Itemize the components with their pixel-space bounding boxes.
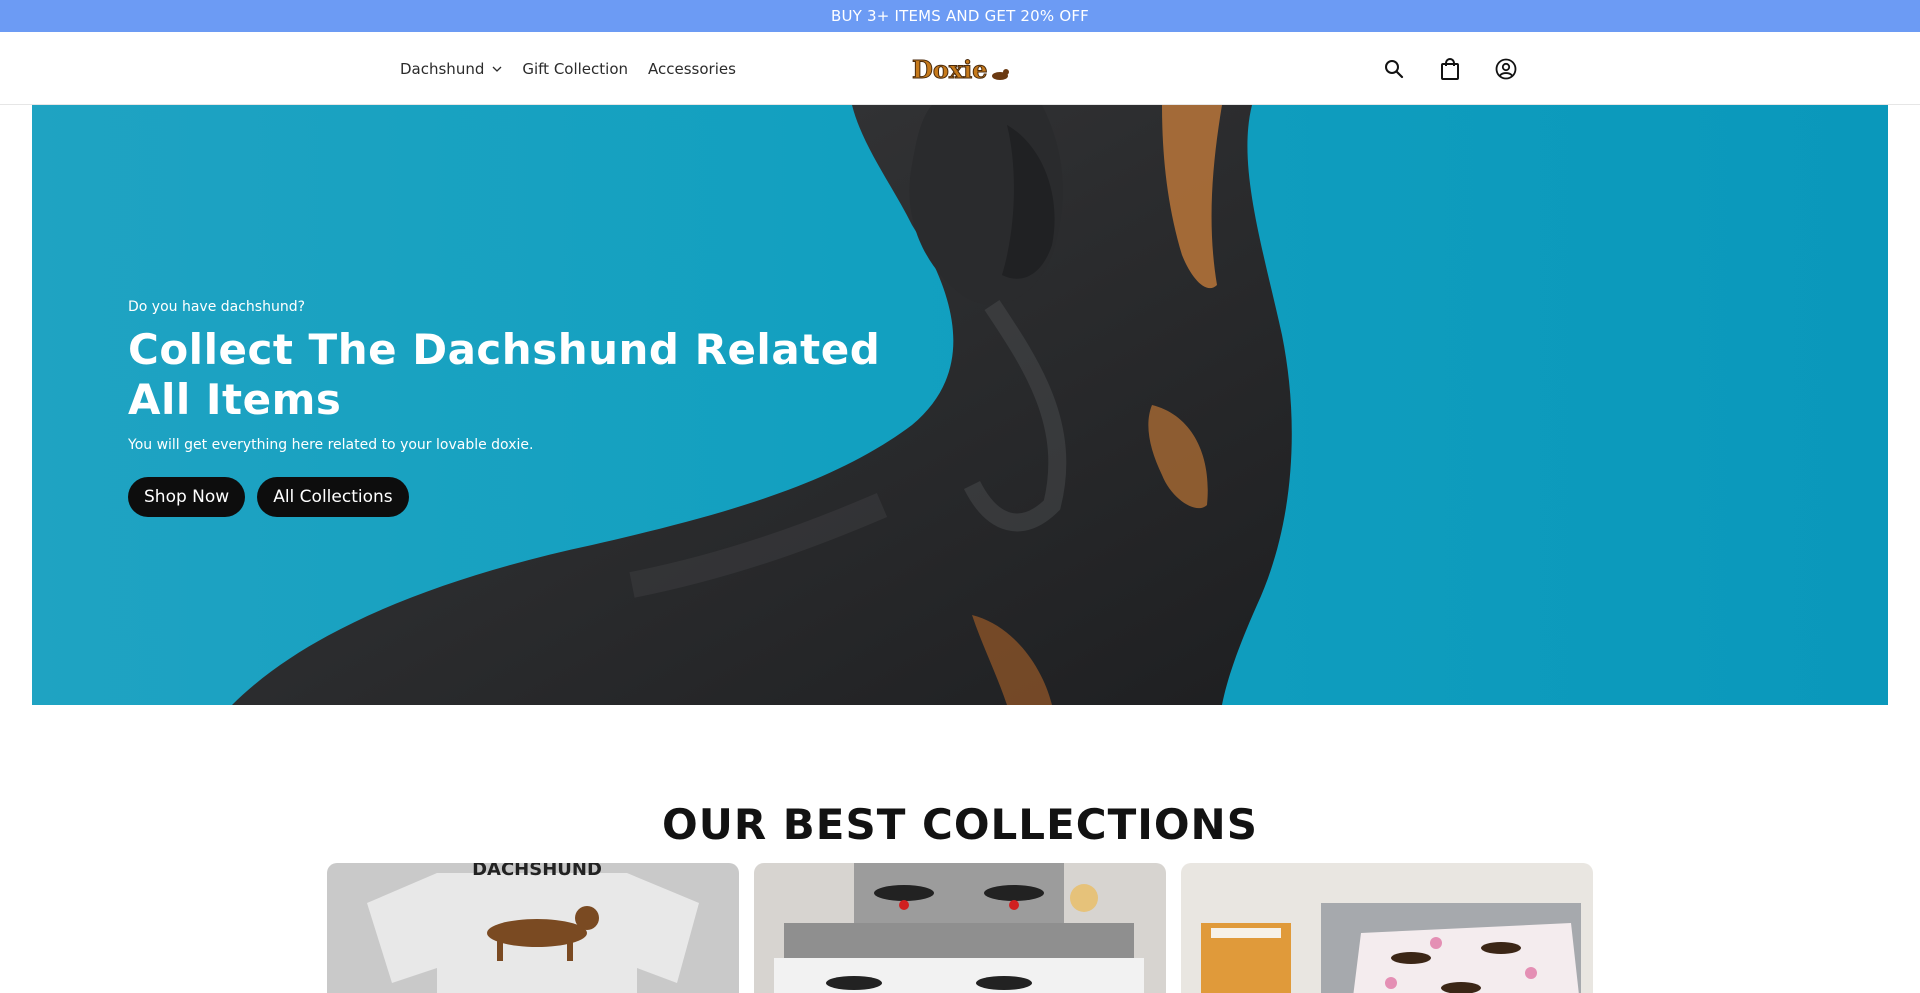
- nav-item-label: Dachshund: [400, 59, 485, 78]
- search-button[interactable]: [1372, 47, 1416, 91]
- bedding-image: [754, 863, 1166, 993]
- collection-card-tshirt[interactable]: DACHSHUND: [327, 863, 739, 993]
- nav-item-accessories[interactable]: Accessories: [648, 60, 736, 78]
- account-icon: [1495, 58, 1517, 79]
- announcement-bar: BUY 3+ ITEMS AND GET 20% OFF: [0, 0, 1920, 32]
- shop-now-button[interactable]: Shop Now: [128, 477, 246, 517]
- hero-title: Collect The Dachshund Related All Items: [128, 325, 881, 424]
- collections-grid: DACHSHUND: [327, 863, 1593, 993]
- hero-description: You will get everything here related to …: [128, 437, 534, 453]
- tshirt-image: DACHSHUND: [327, 863, 739, 993]
- hero-buttons: Shop Now All Collections: [128, 477, 888, 517]
- main-nav: Dachshund Gift Collection Accessories: [400, 32, 756, 105]
- best-collections-title: OUR BEST COLLECTIONS: [662, 800, 1258, 849]
- collection-card-bedding[interactable]: [754, 863, 1166, 993]
- search-icon: [1385, 59, 1404, 78]
- site-logo[interactable]: Doxie: [910, 52, 1010, 86]
- all-collections-button[interactable]: All Collections: [257, 477, 409, 517]
- hero-banner: Do you have dachshund? Collect The Dachs…: [32, 105, 1888, 705]
- chevron-down-icon: [492, 66, 502, 72]
- account-button[interactable]: [1484, 47, 1528, 91]
- announcement-text: BUY 3+ ITEMS AND GET 20% OFF: [831, 7, 1089, 25]
- cart-button[interactable]: [1428, 47, 1472, 91]
- site-header: Dachshund Gift Collection Accessories Do…: [0, 32, 1920, 105]
- hero-subheading: Do you have dachshund?: [128, 299, 306, 315]
- collection-card-blanket[interactable]: [1181, 863, 1593, 993]
- cart-icon: [1441, 57, 1459, 80]
- nav-item-label: Gift Collection: [522, 59, 629, 78]
- header-actions: [1372, 32, 1540, 105]
- nav-item-dachshund[interactable]: Dachshund: [400, 60, 502, 78]
- nav-item-gift-collection[interactable]: Gift Collection: [522, 60, 628, 78]
- nav-item-label: Accessories: [648, 59, 736, 78]
- tshirt-print-text: DACHSHUND: [472, 863, 602, 880]
- blanket-image: [1181, 863, 1593, 993]
- svg-text:Doxie: Doxie: [912, 55, 988, 84]
- hero-content: Do you have dachshund? Collect The Dachs…: [128, 299, 888, 517]
